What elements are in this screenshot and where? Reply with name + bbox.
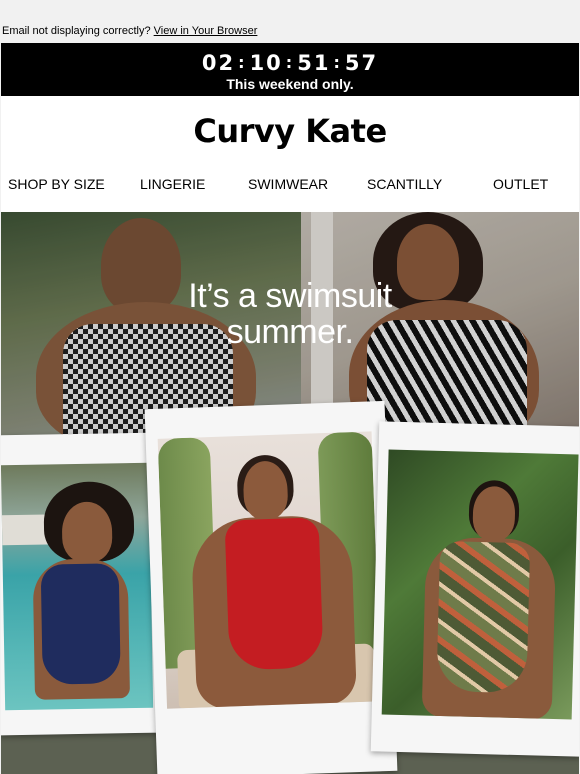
countdown-seconds: 51 xyxy=(297,51,331,75)
model-head xyxy=(472,485,516,541)
tropical-swimsuit xyxy=(436,540,531,694)
countdown-minutes: 10 xyxy=(249,51,283,75)
polaroid-red-swimsuit[interactable] xyxy=(144,400,398,774)
nav-item-shop-by-size[interactable]: SHOP BY SIZE xyxy=(8,176,105,192)
countdown-frames: 57 xyxy=(344,51,379,75)
preheader-text: Email not displaying correctly? xyxy=(2,25,151,37)
hero-headline: It’s a swimsuit summer. xyxy=(1,278,579,350)
photo-tropical-swimsuit xyxy=(381,449,579,720)
countdown-subtitle: This weekend only. xyxy=(226,76,354,92)
polaroid-navy-swimsuit[interactable] xyxy=(1,432,160,736)
nav-item-outlet[interactable]: OUTLET xyxy=(493,176,548,192)
nav-item-lingerie[interactable]: LINGERIE xyxy=(140,176,205,192)
countdown-hours: 02 xyxy=(201,51,236,75)
photo-navy-swimsuit xyxy=(1,462,154,711)
countdown-separator: : xyxy=(238,53,247,72)
nav-item-scantilly[interactable]: SCANTILLY xyxy=(367,176,442,192)
photo-red-swimsuit xyxy=(157,431,381,709)
countdown-banner: 02:10:51:57 This weekend only. xyxy=(1,43,579,96)
view-in-browser-link[interactable]: View in Your Browser xyxy=(154,25,258,37)
model-head xyxy=(61,501,113,563)
preheader: Email not displaying correctly? View in … xyxy=(0,0,580,42)
navy-swimsuit xyxy=(40,563,121,685)
hero-banner[interactable]: It’s a swimsuit summer. xyxy=(1,212,579,774)
countdown-timer: 02:10:51:57 xyxy=(1,43,579,75)
countdown-separator: : xyxy=(333,53,342,72)
red-swimsuit xyxy=(224,517,324,671)
brand-logo[interactable]: Curvy Kate xyxy=(1,112,579,150)
brand-header: Curvy Kate SHOP BY SIZE LINGERIE SWIMWEA… xyxy=(1,96,579,212)
nav-item-swimwear[interactable]: SWIMWEAR xyxy=(248,176,328,192)
polaroid-tropical-swimsuit[interactable] xyxy=(370,421,579,757)
hero-headline-line-1: It’s a swimsuit xyxy=(188,277,392,315)
countdown-separator: : xyxy=(285,53,295,72)
hero-headline-line-2: summer. xyxy=(226,313,354,351)
